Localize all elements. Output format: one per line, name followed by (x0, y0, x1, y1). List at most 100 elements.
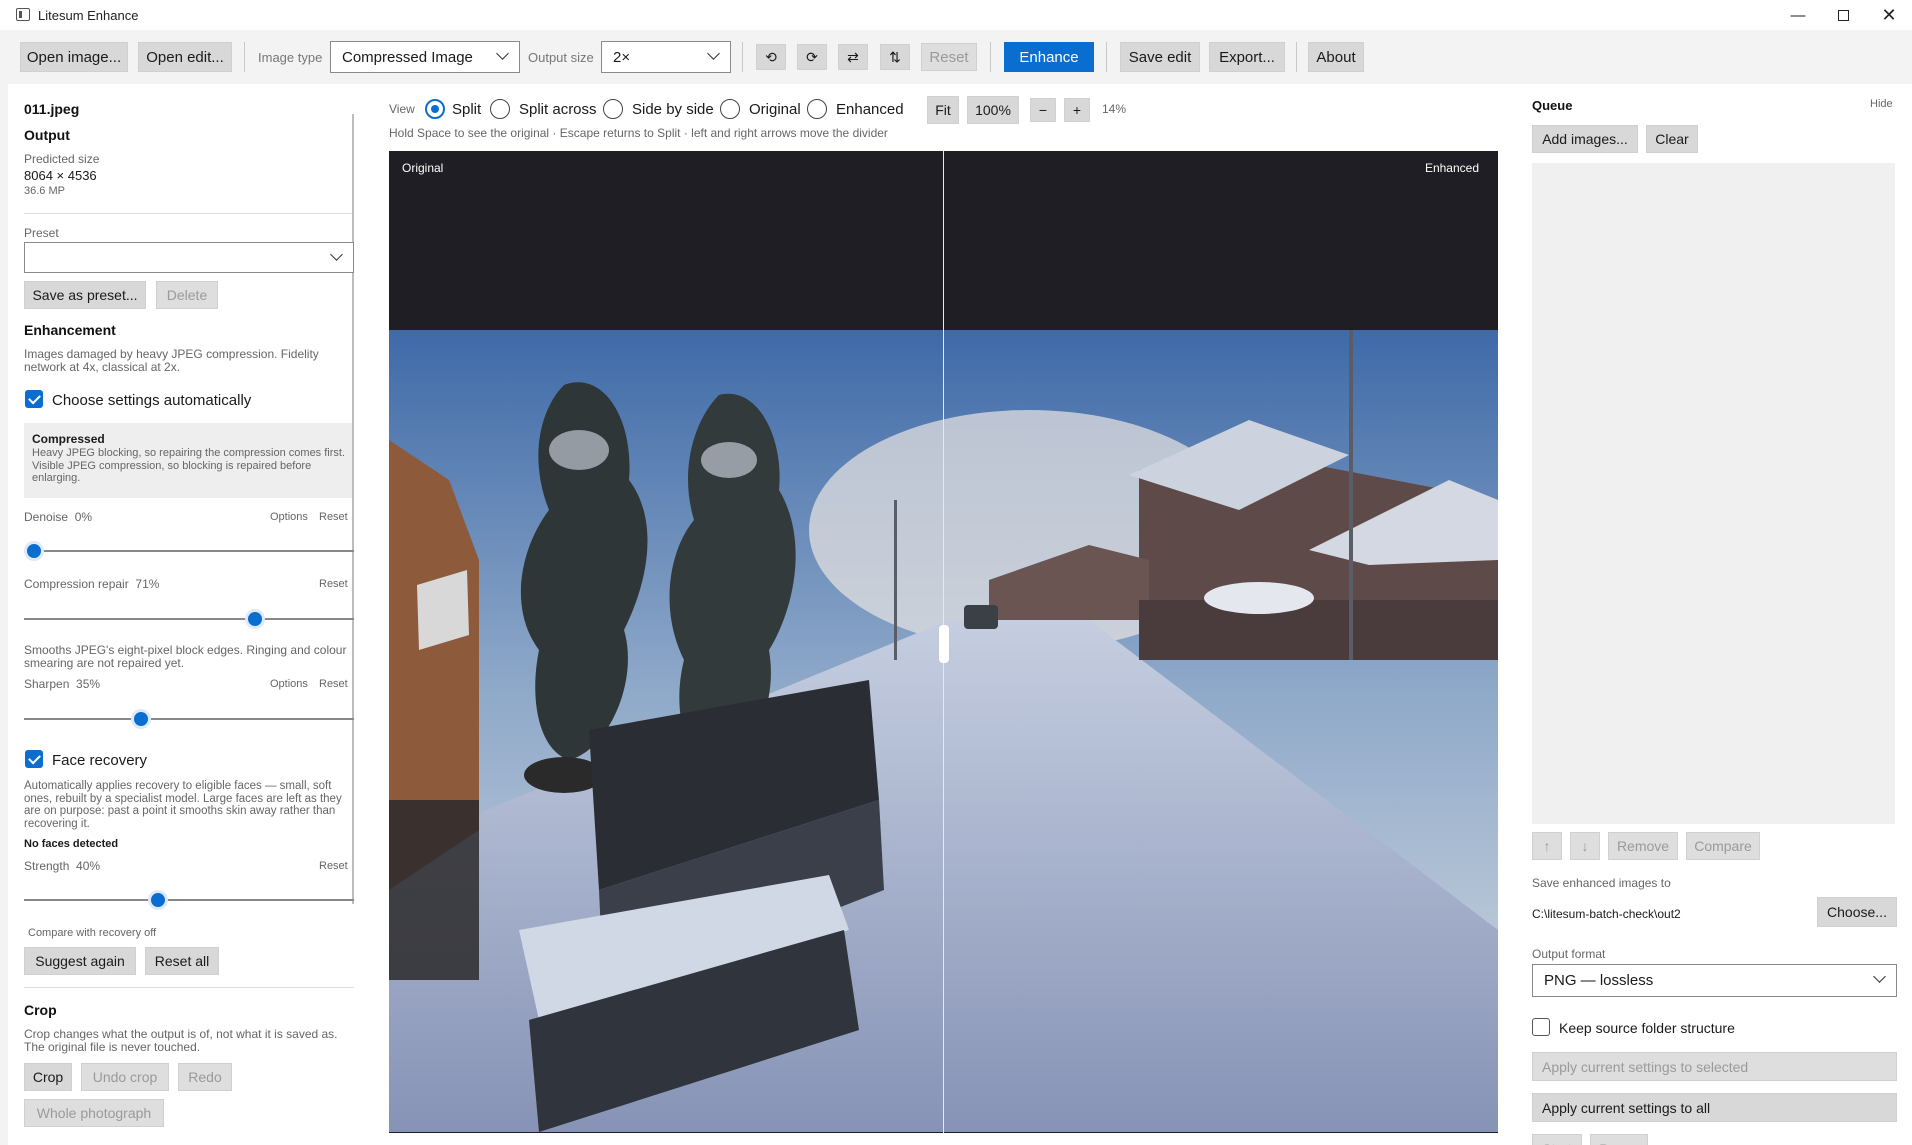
maximize-icon[interactable] (1820, 0, 1866, 30)
compression-label-text: Compression repair (24, 577, 129, 591)
sharpen-reset-link[interactable]: Reset (319, 678, 348, 691)
rotate-left-icon[interactable]: ⟲ (756, 44, 786, 70)
open-edit-button[interactable]: Open edit... (138, 42, 232, 72)
viewer-hint: Hold Space to see the original · Escape … (389, 126, 888, 140)
divider-handle[interactable] (939, 625, 949, 663)
move-up-icon[interactable]: ↑ (1532, 832, 1562, 860)
toolbar-separator (990, 42, 991, 72)
face-recovery-label[interactable]: Face recovery (52, 752, 147, 769)
fit-button[interactable]: Fit (927, 96, 959, 124)
radio-original[interactable] (720, 99, 740, 119)
output-format-value: PNG — lossless (1544, 972, 1654, 989)
auto-settings-checkbox[interactable] (25, 390, 43, 408)
radio-split-label[interactable]: Split (452, 101, 481, 118)
about-button[interactable]: About (1308, 42, 1364, 72)
output-size-select[interactable]: 2× (601, 41, 731, 73)
clear-queue-button[interactable]: Clear (1646, 125, 1698, 153)
flip-horizontal-icon[interactable]: ⇄ (838, 44, 868, 70)
sharpen-label: Sharpen 35% (24, 678, 100, 691)
radio-original-label[interactable]: Original (749, 101, 801, 118)
sharpen-slider-track[interactable] (24, 718, 354, 720)
hide-queue-link[interactable]: Hide (1870, 98, 1893, 111)
reset-all-button[interactable]: Reset all (145, 947, 219, 975)
compare-button[interactable]: Compare (1686, 832, 1760, 860)
radio-split-across[interactable] (490, 99, 510, 119)
strength-slider-track[interactable] (24, 899, 354, 901)
delete-preset-button[interactable]: Delete (156, 281, 218, 309)
strength-label-text: Strength (24, 859, 70, 873)
reset-button[interactable]: Reset (921, 43, 977, 71)
crop-button[interactable]: Crop (24, 1063, 72, 1091)
flip-vertical-icon[interactable]: ⇅ (880, 44, 910, 70)
radio-side-by-side-label[interactable]: Side by side (632, 101, 714, 118)
sharpen-slider-thumb[interactable] (131, 709, 151, 729)
redo-crop-button[interactable]: Redo (178, 1063, 232, 1091)
face-recovery-checkbox[interactable] (25, 750, 43, 768)
denoise-value: 0% (74, 510, 93, 524)
remove-button[interactable]: Remove (1608, 832, 1678, 860)
image-type-label: Image type (258, 50, 323, 65)
image-type-select[interactable]: Compressed Image (330, 41, 520, 73)
compression-reset-link[interactable]: Reset (319, 578, 348, 591)
queue-panel: Queue Hide Add images... Clear ↑ ↓ Remov… (1517, 84, 1912, 1145)
denoise-reset-link[interactable]: Reset (319, 511, 348, 524)
zoom-100-button[interactable]: 100% (967, 96, 1019, 124)
compare-recovery-off-link[interactable]: Compare with recovery off (28, 927, 156, 940)
sharpen-options-link[interactable]: Options (270, 678, 308, 691)
strength-label: Strength 40% (24, 860, 100, 873)
strength-reset-link[interactable]: Reset (319, 860, 348, 873)
apply-selected-button[interactable]: Apply current settings to selected (1532, 1052, 1897, 1081)
radio-split-across-label[interactable]: Split across (519, 101, 597, 118)
radio-side-by-side[interactable] (603, 99, 623, 119)
minimize-icon[interactable]: — (1775, 0, 1821, 30)
undo-crop-button[interactable]: Undo crop (81, 1063, 169, 1091)
open-image-button[interactable]: Open image... (20, 42, 128, 72)
whole-photograph-button[interactable]: Whole photograph (24, 1099, 164, 1127)
radio-enhanced[interactable] (807, 99, 827, 119)
enhance-button[interactable]: Enhance (1004, 42, 1094, 72)
move-down-icon[interactable]: ↓ (1570, 832, 1600, 860)
compression-slider-track[interactable] (24, 618, 354, 620)
close-icon[interactable]: ✕ (1866, 0, 1912, 30)
predicted-megapixels: 36.6 MP (24, 185, 65, 197)
rotate-right-icon[interactable]: ⟳ (797, 44, 827, 70)
radio-enhanced-label[interactable]: Enhanced (836, 101, 904, 118)
crop-heading: Crop (24, 1002, 57, 1018)
zoom-in-button[interactable]: + (1064, 98, 1090, 122)
app-icon (16, 8, 30, 21)
start-button[interactable]: Start (1532, 1134, 1582, 1145)
image-viewer[interactable]: Original Enhanced (389, 151, 1498, 1133)
radio-split[interactable] (425, 99, 445, 119)
zoom-out-button[interactable]: − (1030, 98, 1056, 122)
toolbar-separator (1106, 42, 1107, 72)
keep-structure-checkbox[interactable] (1532, 1018, 1550, 1036)
choose-folder-button[interactable]: Choose... (1817, 897, 1897, 927)
denoise-slider-thumb[interactable] (24, 541, 44, 561)
save-location-label: Save enhanced images to (1532, 876, 1671, 890)
add-images-button[interactable]: Add images... (1532, 125, 1638, 153)
original-badge: Original (395, 157, 451, 179)
denoise-options-link[interactable]: Options (270, 511, 308, 524)
card-title: Compressed (32, 432, 105, 446)
compression-slider-thumb[interactable] (245, 609, 265, 629)
queue-list[interactable] (1532, 163, 1895, 824)
pause-button[interactable]: Pause (1590, 1134, 1648, 1145)
strength-value: 40% (76, 859, 101, 873)
apply-all-button[interactable]: Apply current settings to all (1532, 1093, 1897, 1122)
chevron-down-icon (1873, 970, 1886, 983)
enhanced-badge: Enhanced (1417, 157, 1486, 179)
export-button[interactable]: Export... (1209, 42, 1285, 72)
suggest-again-button[interactable]: Suggest again (24, 947, 136, 975)
denoise-slider-track[interactable] (24, 550, 354, 552)
image-type-value: Compressed Image (342, 48, 473, 66)
predicted-size-label: Predicted size (24, 152, 100, 166)
zoom-level: 14% (1102, 102, 1127, 116)
no-faces-status: No faces detected (24, 838, 119, 850)
preset-select[interactable] (24, 242, 354, 273)
save-preset-button[interactable]: Save as preset... (24, 281, 146, 309)
output-format-select[interactable]: PNG — lossless (1532, 964, 1897, 997)
save-edit-button[interactable]: Save edit (1120, 42, 1200, 72)
auto-settings-label[interactable]: Choose settings automatically (52, 392, 251, 409)
keep-structure-label[interactable]: Keep source folder structure (1559, 1020, 1735, 1036)
strength-slider-thumb[interactable] (148, 890, 168, 910)
